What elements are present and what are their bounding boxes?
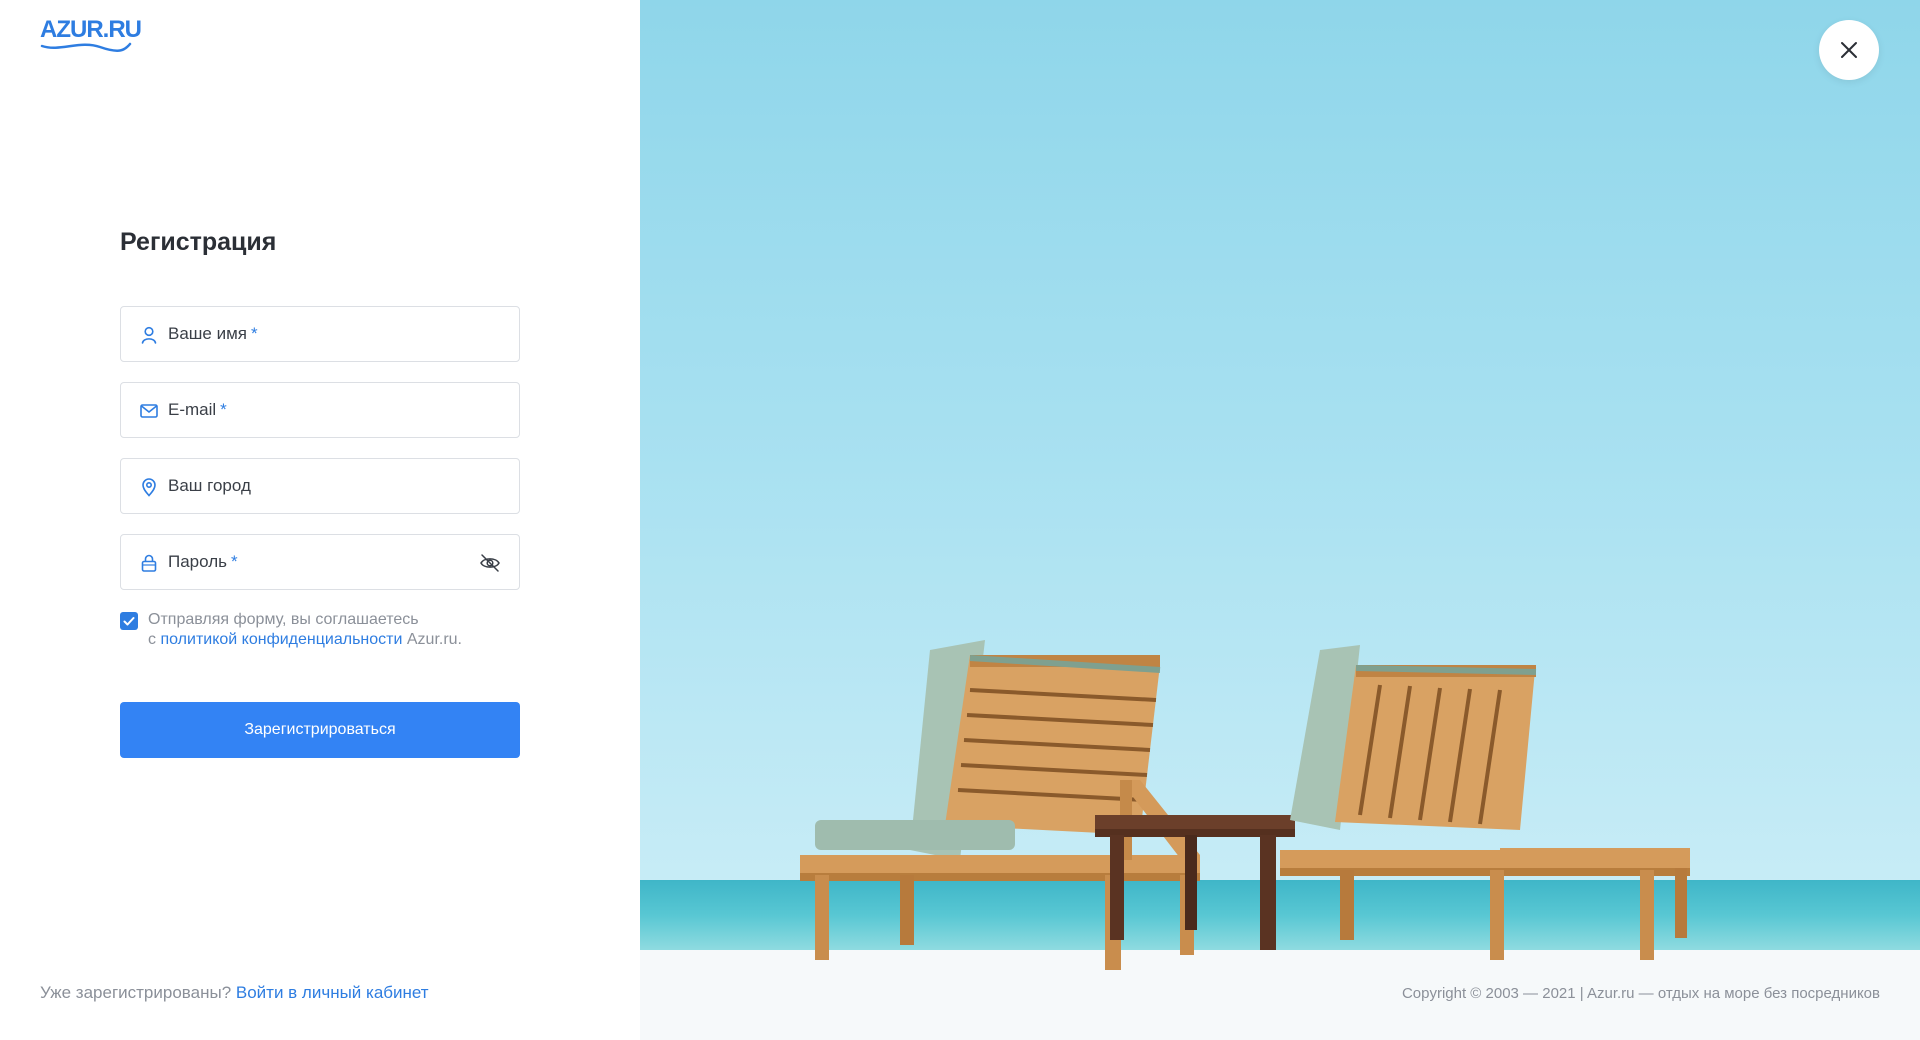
eye-off-icon[interactable] (479, 553, 501, 573)
copyright-text: Copyright © 2003 — 2021 | Azur.ru — отды… (1401, 985, 1880, 1002)
azur-logo[interactable]: AZUR.RU (40, 16, 142, 52)
password-placeholder: Пароль * (168, 552, 238, 571)
email-field[interactable]: E-mail * (120, 382, 520, 438)
password-field[interactable]: Пароль * (120, 534, 520, 590)
privacy-policy-link[interactable]: политикой конфиденциальности (160, 631, 402, 648)
city-field[interactable]: Ваш город (120, 458, 520, 514)
registration-form: Регистрация Ваше имя * E-mail * Ваш город (120, 228, 520, 758)
consent-prefix: с (148, 631, 161, 648)
consent-text: Отправляя форму, вы соглашаетесь с полит… (148, 610, 528, 650)
consent-line-1: Отправляя форму, вы соглашаетесь (148, 611, 419, 628)
consent-suffix: Azur.ru. (402, 631, 462, 648)
register-button[interactable]: Зарегистрироваться (120, 702, 520, 758)
location-pin-icon (142, 478, 156, 497)
page-title: Регистрация (120, 228, 277, 256)
login-link[interactable]: Войти в личный кабинет (236, 983, 429, 1002)
logo-wave-icon (40, 42, 132, 52)
login-question: Уже зарегистрированы? (40, 983, 236, 1002)
name-field[interactable]: Ваше имя * (120, 306, 520, 362)
close-button[interactable] (1819, 20, 1879, 80)
logo-text: AZUR.RU (40, 16, 142, 43)
left-panel: AZUR.RU Регистрация Ваше имя* E-mail* (0, 0, 640, 1040)
close-icon (1841, 42, 1857, 58)
consent-checkbox[interactable] (120, 612, 138, 630)
city-placeholder: Ваш город (168, 476, 251, 495)
lock-icon (141, 554, 157, 572)
email-placeholder: E-mail * (168, 400, 227, 419)
beach-image (640, 0, 1920, 1040)
user-icon (141, 326, 157, 344)
name-placeholder: Ваше имя * (168, 324, 258, 343)
login-prompt: Уже зарегистрированы? Войти в личный каб… (40, 983, 429, 1003)
mail-icon (140, 404, 158, 418)
checkmark-icon (123, 617, 135, 626)
beach-loungers-illustration (800, 640, 1690, 970)
consent-block: Отправляя форму, вы соглашаетесь с полит… (120, 610, 520, 652)
